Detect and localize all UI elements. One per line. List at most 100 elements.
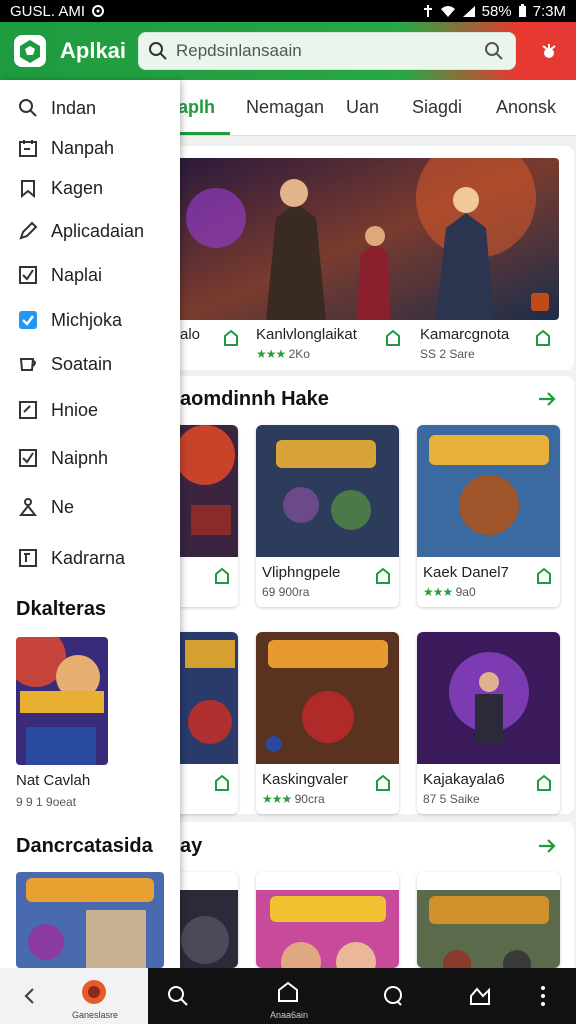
tag-box-icon	[19, 549, 37, 567]
signal-icon	[462, 5, 475, 17]
edit-box-icon	[19, 401, 37, 419]
search-icon	[19, 99, 37, 117]
drawer-item-soatain[interactable]: Soatain	[18, 350, 112, 378]
back-icon[interactable]	[18, 984, 42, 1008]
rating-stars: ★★★	[256, 347, 286, 361]
drawer-item-naipnh[interactable]: Naipnh	[18, 444, 108, 472]
drawer-item-kadrarna[interactable]: Kadrarna	[18, 544, 125, 572]
app-card[interactable]: Kajakayala6 87 5 Saike	[417, 632, 560, 814]
app-card[interactable]: Vliphngpele 69 900ra	[256, 425, 399, 607]
arrow-right-icon[interactable]	[536, 388, 558, 410]
app-thumbnail	[417, 425, 560, 557]
search-icon[interactable]	[166, 984, 190, 1008]
app-logo-icon[interactable]	[12, 33, 48, 69]
drawer-item-naplai[interactable]: Naplai	[18, 261, 102, 289]
hero-item-3[interactable]: Kamarcgnota SS 2 Sare	[420, 326, 509, 361]
person-icon	[18, 498, 38, 516]
calendar-icon	[19, 140, 37, 157]
install-icon[interactable]	[384, 329, 402, 347]
tab-anonsk[interactable]: Anonsk	[496, 97, 556, 118]
app-thumbnail	[417, 890, 560, 968]
arrow-right-icon[interactable]	[536, 835, 558, 857]
active-tab-indicator	[176, 132, 230, 135]
app-card-title: Vliphngpele	[262, 564, 341, 581]
drawer-item-indan[interactable]: Indan	[18, 94, 96, 122]
search-input[interactable]	[176, 41, 466, 61]
apps-icon[interactable]	[276, 980, 300, 1004]
battery-icon	[518, 4, 526, 17]
hero-item-title: Kamarcgnota	[420, 326, 510, 343]
status-bar: GUSL. AMI 58% 7:3M	[0, 0, 576, 22]
hero-item-1[interactable]: alo	[180, 326, 200, 343]
drawer-item-michjoka[interactable]: Michjoka	[18, 306, 122, 334]
search-bar[interactable]	[138, 32, 516, 70]
drawer-item-ne[interactable]: Ne	[18, 493, 74, 521]
section-1-title: aomdinnh Hake	[180, 388, 329, 410]
install-icon[interactable]	[534, 329, 552, 347]
checkbox-icon	[19, 449, 37, 467]
featured-app-thumbnail[interactable]	[16, 637, 108, 765]
drawer-item-label: Aplicadaian	[51, 220, 145, 241]
drawer-item-label: Michjoka	[51, 309, 123, 330]
install-icon[interactable]	[535, 567, 553, 585]
app-thumbnail	[256, 425, 399, 557]
checkbox-icon	[19, 266, 37, 284]
status-left-text: GUSL. AMI	[10, 2, 86, 20]
app-card[interactable]	[417, 872, 560, 968]
drawer-item-label: Naplai	[51, 264, 103, 285]
tab-aplh[interactable]: aplh	[178, 97, 215, 118]
drawer-item-label: Soatain	[51, 353, 113, 374]
install-icon[interactable]	[535, 774, 553, 792]
chat-icon[interactable]	[381, 984, 405, 1008]
app-card-title: Kajakayala6	[423, 771, 505, 788]
install-icon[interactable]	[374, 567, 392, 585]
search-submit-icon[interactable]	[484, 41, 504, 61]
navigation-drawer: Indan Nanpah Kagen Aplicadaian Naplai Mi…	[0, 80, 180, 968]
bottom-nav-left: Ganeslasre	[0, 968, 148, 1024]
app-thumbnail	[256, 890, 399, 968]
hero-item-title: Kanlvlonglaikat	[256, 326, 357, 343]
drawer-item-nanpah[interactable]: Nanpah	[18, 134, 114, 162]
cup-icon	[19, 358, 36, 371]
drawer-item-label: Naipnh	[51, 447, 109, 468]
checked-box-icon	[19, 311, 37, 329]
home-app-icon[interactable]	[80, 978, 108, 1006]
tab-siagdi[interactable]: Siagdi	[412, 97, 462, 118]
featured-app-title: Nat Cavlah	[16, 772, 91, 789]
drawer-item-label: Kagen	[51, 177, 104, 198]
library-icon[interactable]	[468, 984, 492, 1008]
app-card-title: Kaskingvaler	[262, 771, 348, 788]
install-icon[interactable]	[222, 329, 240, 347]
section-3-title: ay	[180, 835, 203, 857]
install-icon[interactable]	[374, 774, 392, 792]
install-icon[interactable]	[213, 774, 231, 792]
hero-item-title: alo	[180, 326, 201, 343]
app-card[interactable]	[256, 872, 399, 968]
home-app-label: Ganeslasre	[72, 1010, 119, 1020]
drawer-app-thumbnail[interactable]	[16, 872, 164, 968]
bottom-navigation: Ganeslasre Anaa6ain	[0, 968, 576, 1024]
drawer-item-aplicadaian[interactable]: Aplicadaian	[18, 217, 144, 245]
drawer-item-hnioe[interactable]: Hnioe	[18, 396, 98, 424]
wifi-icon	[440, 5, 455, 17]
tab-nemagan[interactable]: Nemagan	[246, 97, 324, 118]
app-thumbnail	[256, 632, 399, 764]
app-card[interactable]: Kaek Danel7 ★★★ 9a0	[417, 425, 560, 607]
search-icon	[149, 42, 167, 60]
bug-icon[interactable]	[538, 40, 560, 62]
hero-banner-image[interactable]	[176, 158, 559, 320]
drawer-item-label: Kadrarna	[51, 547, 126, 568]
more-icon[interactable]	[531, 984, 555, 1008]
drawer-item-label: Indan	[51, 97, 97, 118]
app-card[interactable]: Kaskingvaler ★★★ 90cra	[256, 632, 399, 814]
tab-uan[interactable]: Uan	[346, 97, 379, 118]
apps-label: Anaa6ain	[270, 1010, 309, 1020]
hero-item-2[interactable]: Kanlvlonglaikat ★★★ 2Ko	[256, 326, 357, 361]
pencil-icon	[19, 221, 38, 240]
drawer-item-kagen[interactable]: Kagen	[18, 174, 103, 202]
rating-stars: ★★★	[423, 585, 453, 599]
featured-app-sub: 9 9 1 9oeat	[16, 795, 77, 809]
app-card-sub: 69 900ra	[262, 585, 310, 599]
install-icon[interactable]	[213, 567, 231, 585]
app-card-sub: 9a0	[455, 585, 476, 599]
